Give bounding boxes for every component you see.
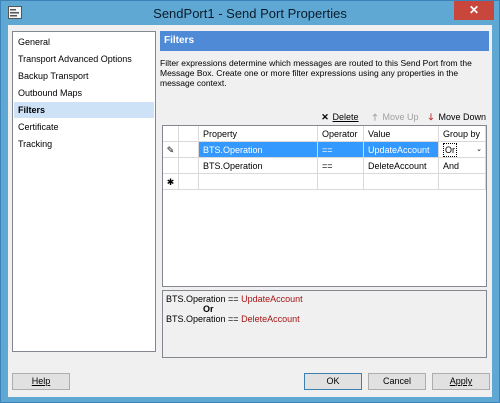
help-button[interactable]: Help bbox=[12, 373, 70, 390]
preview-line-2: BTS.Operation == DeleteAccount bbox=[166, 314, 300, 324]
grid-header-blank bbox=[179, 126, 199, 142]
apply-button[interactable]: Apply bbox=[432, 373, 490, 390]
cell-value[interactable]: UpdateAccount bbox=[364, 142, 439, 158]
column-header-group-by[interactable]: Group by bbox=[439, 126, 486, 142]
category-list: General Transport Advanced Options Backu… bbox=[12, 31, 156, 352]
group-by-combo[interactable]: Or ⌄ bbox=[439, 142, 486, 158]
new-row-cell-group-by[interactable] bbox=[439, 174, 486, 190]
nav-item-tracking[interactable]: Tracking bbox=[14, 136, 154, 152]
preview-group-operator: Or bbox=[203, 304, 214, 314]
row-spacer bbox=[179, 142, 199, 158]
row-edit-icon[interactable]: ✎ bbox=[163, 142, 179, 158]
filter-grid: Property Operator Value Group by ✎ BTS.O… bbox=[162, 125, 487, 287]
column-header-property[interactable]: Property bbox=[199, 126, 318, 142]
cell-property[interactable]: BTS.Operation bbox=[199, 158, 318, 174]
grid-corner bbox=[163, 126, 179, 142]
cell-value[interactable]: DeleteAccount bbox=[364, 158, 439, 174]
delete-button[interactable]: ✕ Delete bbox=[320, 111, 359, 123]
filters-panel: Filters Filter expressions determine whi… bbox=[160, 31, 489, 374]
row-spacer bbox=[179, 174, 199, 190]
preview-property: BTS.Operation bbox=[166, 294, 226, 304]
group-by-combo-value: Or bbox=[443, 143, 457, 157]
apply-label: Apply bbox=[449, 376, 473, 386]
new-row-cell-property[interactable] bbox=[199, 174, 318, 190]
delete-label: Delete bbox=[332, 112, 359, 122]
nav-item-general[interactable]: General bbox=[14, 34, 154, 50]
panel-title: Filters bbox=[160, 31, 489, 51]
help-label: Help bbox=[31, 376, 51, 386]
nav-item-transport-advanced-options[interactable]: Transport Advanced Options bbox=[14, 51, 154, 67]
move-up-button[interactable]: 🡑 Move Up bbox=[370, 111, 419, 123]
new-row-icon[interactable]: ✱ bbox=[163, 174, 179, 190]
close-button[interactable]: ✕ bbox=[454, 1, 494, 20]
cell-property[interactable]: BTS.Operation bbox=[199, 142, 318, 158]
ok-button[interactable]: OK bbox=[304, 373, 362, 390]
row-spacer bbox=[179, 158, 199, 174]
preview-operator: == bbox=[228, 314, 239, 324]
column-header-value[interactable]: Value bbox=[364, 126, 439, 142]
nav-item-certificate[interactable]: Certificate bbox=[14, 119, 154, 135]
panel-description: Filter expressions determine which messa… bbox=[160, 58, 472, 88]
preview-property: BTS.Operation bbox=[166, 314, 226, 324]
preview-line-1: BTS.Operation == UpdateAccount bbox=[166, 294, 303, 304]
window-title: SendPort1 - Send Port Properties bbox=[153, 6, 347, 21]
filter-expression-preview: BTS.Operation == UpdateAccount Or BTS.Op… bbox=[162, 290, 487, 358]
preview-operator: == bbox=[228, 294, 239, 304]
arrow-up-icon: 🡑 bbox=[372, 112, 378, 122]
nav-item-filters[interactable]: Filters bbox=[14, 102, 154, 118]
nav-item-outbound-maps[interactable]: Outbound Maps bbox=[14, 85, 154, 101]
move-up-label: Move Up bbox=[382, 112, 419, 122]
row-header[interactable] bbox=[163, 158, 179, 174]
move-down-label: Move Down bbox=[438, 112, 487, 122]
cell-operator[interactable]: == bbox=[318, 158, 364, 174]
nav-item-backup-transport[interactable]: Backup Transport bbox=[14, 68, 154, 84]
cancel-button[interactable]: Cancel bbox=[368, 373, 426, 390]
new-row-cell-value[interactable] bbox=[364, 174, 439, 190]
delete-x-icon: ✕ bbox=[321, 112, 329, 122]
preview-value: UpdateAccount bbox=[241, 294, 303, 304]
cell-group-by[interactable]: And bbox=[439, 158, 486, 174]
send-port-properties-window: SendPort1 - Send Port Properties ✕ Gener… bbox=[0, 0, 500, 403]
cell-operator[interactable]: == bbox=[318, 142, 364, 158]
title-bar[interactable]: SendPort1 - Send Port Properties ✕ bbox=[1, 1, 499, 25]
new-row-cell-operator[interactable] bbox=[318, 174, 364, 190]
chevron-down-icon[interactable]: ⌄ bbox=[474, 143, 484, 156]
dialog-body: General Transport Advanced Options Backu… bbox=[8, 25, 492, 397]
column-header-operator[interactable]: Operator bbox=[318, 126, 364, 142]
preview-value: DeleteAccount bbox=[241, 314, 300, 324]
arrow-down-icon: 🡓 bbox=[428, 112, 434, 122]
move-down-button[interactable]: 🡓 Move Down bbox=[426, 111, 486, 123]
